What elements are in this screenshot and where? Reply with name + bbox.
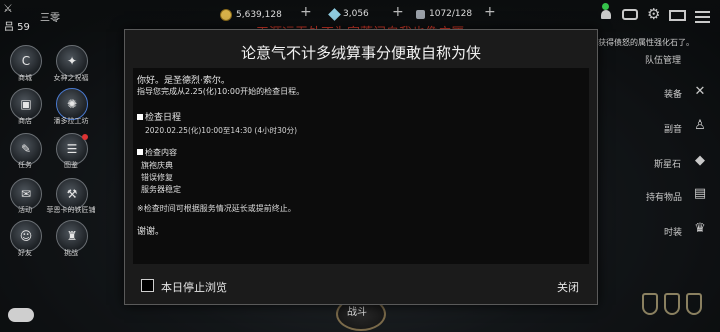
gem-counter: 3,056 xyxy=(328,7,369,21)
inventory-button[interactable]: 持有物品 xyxy=(646,190,682,203)
add-gold-button[interactable]: + xyxy=(300,4,312,20)
skill-slot-icon[interactable] xyxy=(686,293,702,315)
stone-icon[interactable]: ◆ xyxy=(690,151,710,171)
left-menu-label: 菲恩卡的铁匠铺 xyxy=(46,206,96,214)
dialog-body[interactable]: 你好。是圣德烈·索尔。 指导您完成从2.25(化)10:00开始的检查日程。 检… xyxy=(133,68,589,264)
bullet-icon xyxy=(137,114,143,120)
bullet-icon xyxy=(137,149,143,155)
inventory-icon[interactable]: ▤ xyxy=(690,184,710,204)
equipment-icon[interactable]: ✕ xyxy=(690,82,710,102)
dont-show-today-checkbox[interactable] xyxy=(141,279,154,292)
gold-icon xyxy=(220,9,232,21)
left-menu-label: 挑战 xyxy=(64,249,78,257)
chat-icon[interactable] xyxy=(622,8,638,22)
add-gem-button[interactable]: + xyxy=(392,4,404,20)
bag-capacity: 1072/128 xyxy=(429,9,473,19)
dialog-footer: 本日停止浏览 关闭 xyxy=(125,270,597,304)
intro-text: 指导您完成从2.25(化)10:00开始的检查日程。 xyxy=(137,87,305,96)
costume-icon[interactable]: ♛ xyxy=(690,219,710,239)
left-menu-label: 潘多拉工坊 xyxy=(53,117,89,125)
content-item: 服务器稳定 xyxy=(141,185,181,194)
gem-icon xyxy=(328,7,341,21)
equipment-button[interactable]: 装备 xyxy=(664,87,682,100)
bag-counter: 1072/128 xyxy=(416,9,472,19)
costume-button[interactable]: 时装 xyxy=(664,225,682,238)
bag-icon xyxy=(416,9,425,19)
gamepad-icon[interactable] xyxy=(8,308,34,322)
bell-icon[interactable] xyxy=(598,8,614,22)
codex-alert-dot xyxy=(82,134,88,140)
maintenance-notice-dialog: 论意气不计多绒算事分便敢自称为侠 你好。是圣德烈·索尔。 指导您完成从2.25(… xyxy=(124,29,598,305)
content-item: 旗袍庆典 xyxy=(141,161,173,170)
dungeon-icon[interactable]: ♙ xyxy=(690,116,710,136)
add-bag-button[interactable]: + xyxy=(484,4,496,20)
dialog-title: 论意气不计多绒算事分便敢自称为侠 xyxy=(240,44,481,62)
skill-slot-icon[interactable] xyxy=(642,293,658,315)
greeting-text: 你好。是圣德烈·索尔。 xyxy=(137,76,230,86)
gold-amount: 5,639,128 xyxy=(236,10,282,20)
gold-counter: 5,639,128 xyxy=(220,9,282,21)
skill-slot-icon[interactable] xyxy=(664,293,680,315)
content-heading: 检查内容 xyxy=(137,147,177,158)
left-menu-label: 女神之祝福 xyxy=(53,74,89,82)
notification-badge xyxy=(602,3,609,10)
gear-icon[interactable]: ⚙ xyxy=(647,5,663,23)
left-menu-label: 商店 xyxy=(18,117,32,125)
close-button[interactable]: 关闭 xyxy=(557,279,579,295)
schedule-heading: 检查日程 xyxy=(137,110,181,123)
team-management-button[interactable]: 队伍管理 xyxy=(645,53,681,66)
dungeon-button[interactable]: 副音 xyxy=(664,122,682,135)
left-menu-label: 活动 xyxy=(18,206,32,214)
left-menu-label: 好友 xyxy=(18,249,32,257)
left-menu-label: 任务 xyxy=(18,161,32,169)
left-menu-label: 商城 xyxy=(18,74,32,82)
right-notice-text: 雅获得债怒的属性强化石了。 xyxy=(590,38,694,47)
maintenance-note: ※检查时间可根据服务情况延长或提前终止。 xyxy=(137,204,296,213)
menu-icon[interactable] xyxy=(695,8,711,23)
mail-icon[interactable] xyxy=(669,8,686,22)
battle-label: 战斗 xyxy=(347,307,367,318)
dont-show-today-label[interactable]: 本日停止浏览 xyxy=(161,279,227,295)
thanks-text: 谢谢。 xyxy=(137,227,165,237)
left-menu-label: 图鉴 xyxy=(64,161,78,169)
gem-amount: 3,056 xyxy=(343,9,369,19)
player-portrait-icon[interactable]: ⚔ xyxy=(3,2,19,16)
schedule-time: 2020.02.25(化)10:00至14:30 (4小时30分) xyxy=(145,126,298,135)
stone-button[interactable]: 斯星石 xyxy=(654,157,681,170)
content-item: 错误修复 xyxy=(141,173,173,182)
